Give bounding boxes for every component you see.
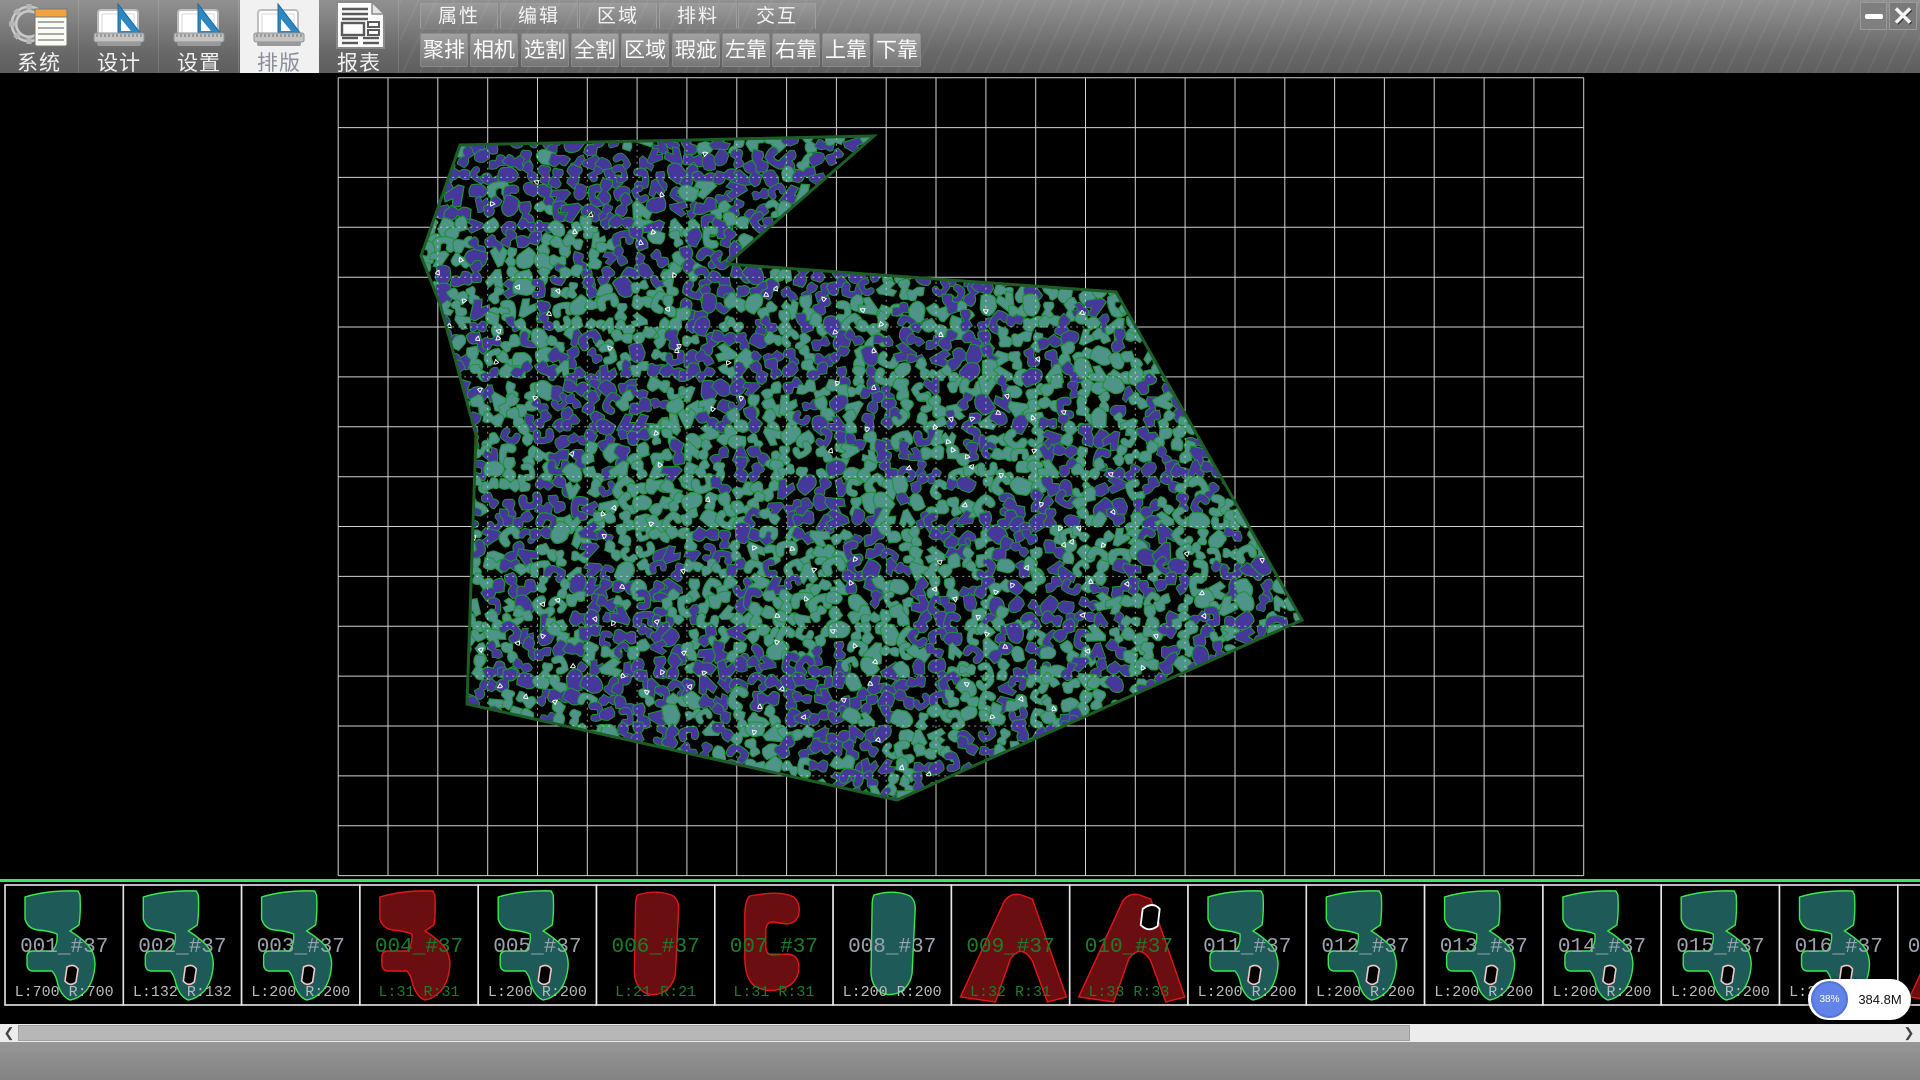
svg-text:002_#37: 002_#37: [138, 936, 226, 959]
svg-text:012_#37: 012_#37: [1321, 936, 1409, 959]
svg-text:003_#37: 003_#37: [257, 936, 345, 959]
svg-text:007_#37: 007_#37: [730, 936, 818, 959]
svg-text:004_#37: 004_#37: [375, 936, 463, 959]
svg-text:L:33 R:33: L:33 R:33: [1088, 984, 1169, 1001]
svg-text:L:31 R:31: L:31 R:31: [733, 984, 814, 1001]
svg-text:014_#37: 014_#37: [1558, 936, 1646, 959]
svg-text:006_#37: 006_#37: [611, 936, 699, 959]
svg-text:L:32 R:31: L:32 R:31: [970, 984, 1051, 1001]
svg-text:015_#37: 015_#37: [1676, 936, 1764, 959]
svg-text:016_#37: 016_#37: [1795, 936, 1883, 959]
svg-text:008_#37: 008_#37: [848, 936, 936, 959]
svg-text:L:200 R:200: L:200 R:200: [843, 984, 942, 1001]
svg-text:L:200 R:200: L:200 R:200: [1552, 984, 1651, 1001]
svg-text:0: 0: [1908, 936, 1920, 959]
svg-text:001_#37: 001_#37: [20, 936, 108, 959]
svg-text:011_#37: 011_#37: [1203, 936, 1291, 959]
svg-text:010_#37: 010_#37: [1085, 936, 1173, 959]
svg-text:L:200 R:200: L:200 R:200: [1316, 984, 1415, 1001]
svg-text:009_#37: 009_#37: [966, 936, 1054, 959]
svg-text:L:132 R:132: L:132 R:132: [133, 984, 232, 1001]
svg-text:L:200 R:200: L:200 R:200: [251, 984, 350, 1001]
svg-text:L:200 R:200: L:200 R:200: [1671, 984, 1770, 1001]
svg-text:L:200 R:200: L:200 R:200: [1434, 984, 1533, 1001]
svg-text:013_#37: 013_#37: [1440, 936, 1528, 959]
svg-text:L:700 R:700: L:700 R:700: [15, 984, 114, 1001]
svg-text:L:200 R:200: L:200 R:200: [1198, 984, 1297, 1001]
svg-text:L:21 R:21: L:21 R:21: [615, 984, 696, 1001]
svg-text:L:200 R:200: L:200 R:200: [488, 984, 587, 1001]
svg-text:L:31 R:31: L:31 R:31: [378, 984, 459, 1001]
svg-text:005_#37: 005_#37: [493, 936, 581, 959]
